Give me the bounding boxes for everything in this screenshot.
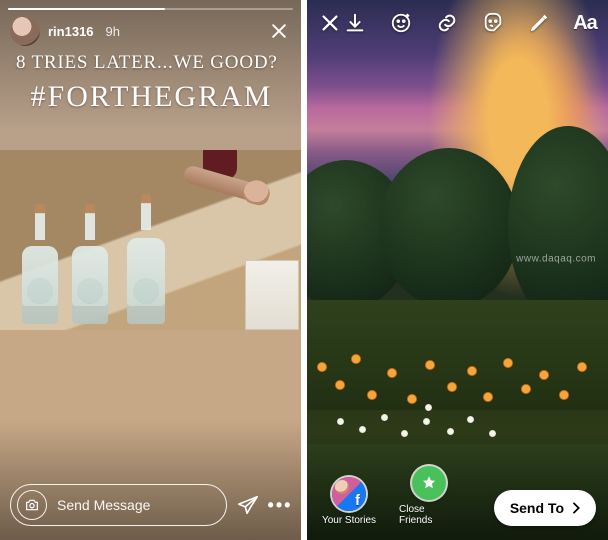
avatar[interactable] [10,16,40,46]
draw-button[interactable] [526,10,552,36]
link-icon [436,12,458,34]
direct-send-button[interactable] [237,494,259,516]
close-icon [319,12,341,34]
sticker-button[interactable] [480,10,506,36]
story-editor-screen: Aa www.daqaq.com Your Stories Close Frie… [307,0,608,540]
camera-button[interactable] [17,490,47,520]
story-progress-fill [8,8,165,10]
share-row: Your Stories Close Friends Send To [319,466,596,526]
decor [126,194,166,324]
message-placeholder: Send Message [57,497,150,513]
decor [70,204,110,324]
close-story-button[interactable] [267,19,291,43]
more-options-button[interactable]: ••• [269,494,291,516]
face-filter-button[interactable] [388,10,414,36]
close-icon [269,21,289,41]
decor [508,126,608,326]
overlay-line-1: 8 tries later...we good? [16,52,287,74]
more-options-icon: ••• [268,495,293,516]
send-to-button[interactable]: Send To [494,490,596,526]
story-viewer-screen: rin1316 9h 8 tries later...we good? #FOR… [0,0,301,540]
decor [245,260,299,330]
decor [307,332,608,442]
sticker-icon [482,12,504,34]
save-button[interactable] [342,10,368,36]
overlay-line-2: #FORTHEGRAM [16,80,287,114]
draw-icon [528,12,550,34]
text-tool-button[interactable]: Aa [572,10,598,36]
share-your-stories[interactable]: Your Stories [319,477,379,526]
story-reply-bar: Send Message ••• [10,484,291,526]
story-progress-bar [8,8,293,10]
save-download-icon [344,12,366,34]
decor [379,148,519,308]
text-tool-icon: Aa [573,12,597,35]
message-input[interactable]: Send Message [10,484,227,526]
decor [20,204,60,324]
link-button[interactable] [434,10,460,36]
story-text-overlay: 8 tries later...we good? #FORTHEGRAM [16,52,287,114]
direct-send-icon [237,494,259,516]
story-timestamp: 9h [106,24,120,39]
camera-icon [24,497,40,513]
share-close-friends[interactable]: Close Friends [399,466,459,526]
story-media[interactable] [0,150,301,330]
send-to-label: Send To [510,500,564,516]
chevron-right-icon [568,500,584,516]
story-username[interactable]: rin1316 [48,24,94,39]
your-stories-icon [332,477,366,511]
close-friends-icon [412,466,446,500]
story-header: rin1316 9h [10,16,291,46]
close-editor-button[interactable] [317,10,342,36]
share-label: Close Friends [399,504,459,526]
share-label: Your Stories [322,515,376,526]
toolbar-group: Aa [342,10,598,36]
face-filter-icon [390,12,412,34]
editor-toolbar: Aa [317,10,598,36]
